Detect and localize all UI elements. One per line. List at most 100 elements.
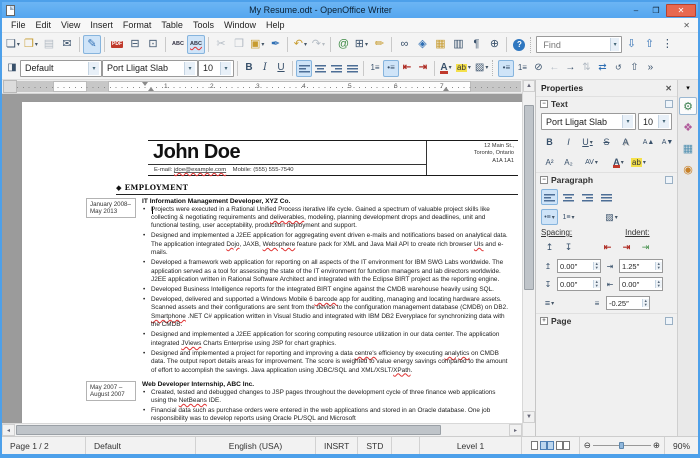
tab-navigator[interactable]: ◉ [679, 160, 697, 178]
resume-contact-line[interactable]: E-mail: jdoe@example.com Mobile: (555) 5… [148, 165, 426, 175]
page-section-dialog-launcher[interactable] [665, 317, 673, 325]
bullet-item[interactable]: Developed Business Intelligence reports … [142, 286, 510, 295]
status-selection-mode[interactable]: STD [358, 437, 393, 454]
close-document-icon[interactable]: ✕ [679, 21, 694, 30]
sidebar-strikethrough-button[interactable]: S [598, 134, 615, 150]
paragraph-section-header[interactable]: − Paragraph [536, 172, 677, 187]
font-size-combobox[interactable]: 10 ▾ [198, 59, 234, 77]
menu-file[interactable]: File [6, 19, 31, 31]
sidebar-close-icon[interactable]: ✕ [665, 84, 672, 93]
find-input[interactable] [541, 38, 610, 51]
move-up-button[interactable]: ⇅ [578, 60, 594, 77]
bullets-button[interactable]: •≡ [383, 59, 399, 77]
multi-page-view-button[interactable] [539, 441, 555, 450]
status-outline-level[interactable]: Level 1 [420, 437, 522, 454]
align-right-button[interactable] [328, 60, 344, 77]
decrease-paragraph-spacing-button[interactable]: ↧ [560, 239, 577, 255]
status-document-modified[interactable] [392, 437, 421, 454]
email-link[interactable]: jdoe@example.com [174, 167, 226, 173]
bullet-item[interactable]: Developed, delivered and supported a Win… [142, 296, 510, 330]
sidebar-underline-button[interactable]: U ▾ [579, 134, 596, 150]
numbered-list-button[interactable]: 1≡ [514, 60, 530, 77]
sidebar-font-name-combobox[interactable]: Port Lligat Slab ▾ [541, 113, 636, 130]
redo-button[interactable]: ↷ ▾ [309, 35, 327, 54]
increase-paragraph-spacing-button[interactable]: ↥ [541, 239, 558, 255]
left-indent-marker[interactable] [148, 87, 154, 91]
sidebar-settings-button[interactable]: ▾ [679, 82, 697, 94]
scroll-right-icon[interactable]: ▸ [509, 424, 522, 436]
background-color-button[interactable]: ▨ ▾ [473, 60, 490, 77]
new-document-button[interactable]: ❏ ▾ [4, 35, 22, 54]
align-center-button[interactable] [312, 60, 328, 77]
increase-font-size-button[interactable]: A▲ [640, 134, 657, 150]
find-dropdown-icon[interactable]: ▾ [609, 38, 620, 51]
below-paragraph-spacing-field[interactable]: ▲▼ [557, 277, 601, 291]
zoom-button[interactable]: ⊕ [485, 35, 503, 54]
sidebar-highlighting-button[interactable]: ab ▾ [629, 154, 648, 170]
first-line-indent-marker[interactable] [142, 82, 148, 86]
status-zoom-percent[interactable]: 90% [663, 437, 698, 454]
find-combobox[interactable]: ▾ [536, 36, 623, 53]
restart-numbering-button[interactable]: ↺ [610, 60, 626, 77]
dropdown-icon[interactable]: ▾ [88, 61, 99, 75]
spelling-button[interactable]: ABC [169, 35, 187, 54]
decrease-indent-button[interactable]: ⇤ [399, 60, 415, 77]
highlighting-button[interactable]: ab ▾ [454, 60, 473, 77]
scroll-up-icon[interactable]: ▲ [523, 80, 535, 92]
resume-address[interactable]: 12 Main St., Toronto, Ontario A1A 1A1 [426, 141, 518, 175]
data-sources-button[interactable]: ▥ [449, 35, 467, 54]
bullet-item[interactable]: Created, tested and debugged changes to … [142, 389, 510, 406]
sidebar-background-color-button[interactable]: ▨ ▾ [603, 209, 620, 225]
title-bar[interactable]: My Resume.odt - OpenOffice Writer – ❒ ✕ [2, 2, 698, 18]
demote-level-button[interactable]: → [562, 60, 578, 77]
print-button[interactable]: ⊟ [126, 35, 144, 54]
sidebar-decrease-indent-button[interactable]: ⇥ [618, 239, 635, 255]
status-page-number[interactable]: Page 1 / 2 [2, 437, 86, 454]
sidebar-align-center-button[interactable] [560, 189, 577, 205]
hyperlink-button[interactable]: @ [334, 35, 352, 54]
paragraph-section-dialog-launcher[interactable] [665, 176, 673, 184]
menu-window[interactable]: Window [219, 19, 261, 31]
draw-functions-button[interactable]: ✏ [370, 35, 388, 54]
menu-format[interactable]: Format [118, 19, 157, 31]
status-language[interactable]: English (USA) [196, 437, 316, 454]
job-dates[interactable]: January 2008– May 2013 [86, 197, 136, 218]
job-body[interactable]: Web Developer Internship, ABC Inc. Creat… [142, 381, 518, 423]
character-spacing-button[interactable]: AV ▾ [583, 154, 600, 170]
sidebar-shadow-button[interactable]: A [617, 134, 634, 150]
promote-level-button[interactable]: ← [546, 60, 562, 77]
increase-indent-button[interactable]: ⇥ [415, 60, 431, 77]
sidebar-font-color-button[interactable]: A ▾ [610, 154, 627, 170]
sidebar-increase-indent-button[interactable]: ⇤ [599, 239, 616, 255]
vertical-scroll-thumb[interactable] [524, 104, 534, 290]
menu-help[interactable]: Help [261, 19, 290, 31]
book-view-button[interactable] [555, 441, 571, 450]
zoom-out-icon[interactable]: ⊖ [584, 440, 591, 451]
undo-button[interactable]: ↶ ▾ [291, 35, 309, 54]
line-spacing-button[interactable]: ≡ ▾ [541, 295, 558, 311]
justify-button[interactable] [344, 60, 360, 77]
font-color-button[interactable]: A ▾ [438, 60, 454, 77]
scroll-left-icon[interactable]: ◂ [2, 424, 15, 436]
after-text-indent-field[interactable]: ▲▼ [619, 277, 663, 291]
sidebar-font-size-combobox[interactable]: 10 ▾ [638, 113, 672, 130]
export-pdf-button[interactable]: PDF [108, 35, 126, 54]
bold-button[interactable]: B [241, 60, 257, 77]
before-text-indent-field[interactable]: ▲▼ [619, 259, 663, 273]
menu-view[interactable]: View [56, 19, 85, 31]
find-toolbar-overflow-button[interactable]: ⋮ [658, 35, 676, 54]
sidebar-italic-button[interactable]: I [560, 134, 577, 150]
find-previous-button[interactable]: ⇧ [640, 35, 658, 54]
autospellcheck-button[interactable]: ABC [187, 35, 205, 54]
move-down-button[interactable]: ⇄ [594, 60, 610, 77]
single-page-view-button[interactable] [530, 441, 538, 450]
menu-table[interactable]: Table [156, 19, 188, 31]
table-button[interactable]: ⊞ ▾ [352, 35, 370, 54]
first-line-indent-field[interactable]: ▲▼ [606, 296, 650, 310]
tab-styles-and-formatting[interactable]: ❖ [679, 118, 697, 136]
align-left-button[interactable] [296, 59, 312, 77]
collapse-icon[interactable]: − [540, 176, 548, 184]
status-insert-mode[interactable]: INSRT [316, 437, 359, 454]
email-button[interactable]: ✉ [58, 35, 76, 54]
horizontal-ruler[interactable]: 1 2 3 4 5 6 7 [17, 81, 521, 92]
